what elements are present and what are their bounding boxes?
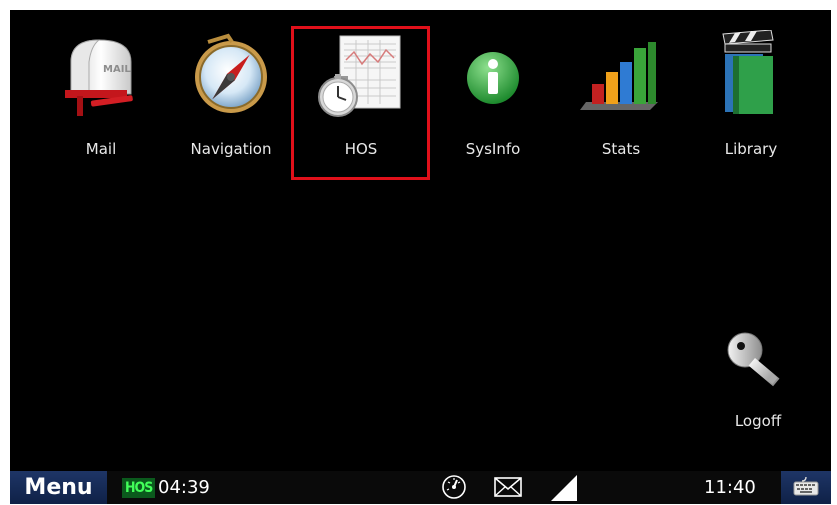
app-mail[interactable]: MAIL Mail (46, 30, 156, 180)
info-icon (448, 30, 538, 120)
app-sysinfo[interactable]: SysInfo (438, 30, 548, 180)
hos-badge: HOS (122, 478, 156, 498)
bar-chart-icon (576, 30, 666, 120)
desktop-screen: MAIL Mail Navigation HOS SysInfo Stats L… (10, 10, 831, 471)
app-label: HOS (344, 140, 378, 158)
logoff-label: Logoff (734, 412, 782, 430)
key-icon (723, 328, 793, 396)
app-label: SysInfo (465, 140, 521, 158)
logbook-stopwatch-icon (316, 30, 406, 120)
hos-remaining-time: 04:39 (158, 477, 210, 498)
app-hos[interactable]: HOS (306, 30, 416, 180)
app-label: Stats (601, 140, 641, 158)
signal-icon (551, 475, 577, 505)
app-label: Mail (85, 140, 117, 158)
menu-button[interactable]: Menu (10, 471, 107, 504)
app-navigation[interactable]: Navigation (176, 30, 286, 180)
logoff-button[interactable]: Logoff (713, 328, 803, 448)
taskbar: Menu HOS 04:39 11:40 (10, 471, 831, 504)
speedometer-icon[interactable] (441, 474, 467, 504)
envelope-icon[interactable] (494, 477, 522, 501)
app-library[interactable]: Library (696, 30, 806, 180)
app-label: Navigation (190, 140, 272, 158)
clock: 11:40 (704, 477, 756, 498)
books-clapper-icon (706, 30, 796, 120)
app-label: Library (724, 140, 778, 158)
keyboard-button[interactable] (781, 471, 831, 504)
app-stats[interactable]: Stats (566, 30, 676, 180)
compass-icon (186, 30, 276, 120)
keyboard-icon (792, 475, 820, 501)
svg-text:MAIL: MAIL (103, 64, 131, 75)
mailbox-icon: MAIL (56, 30, 146, 120)
